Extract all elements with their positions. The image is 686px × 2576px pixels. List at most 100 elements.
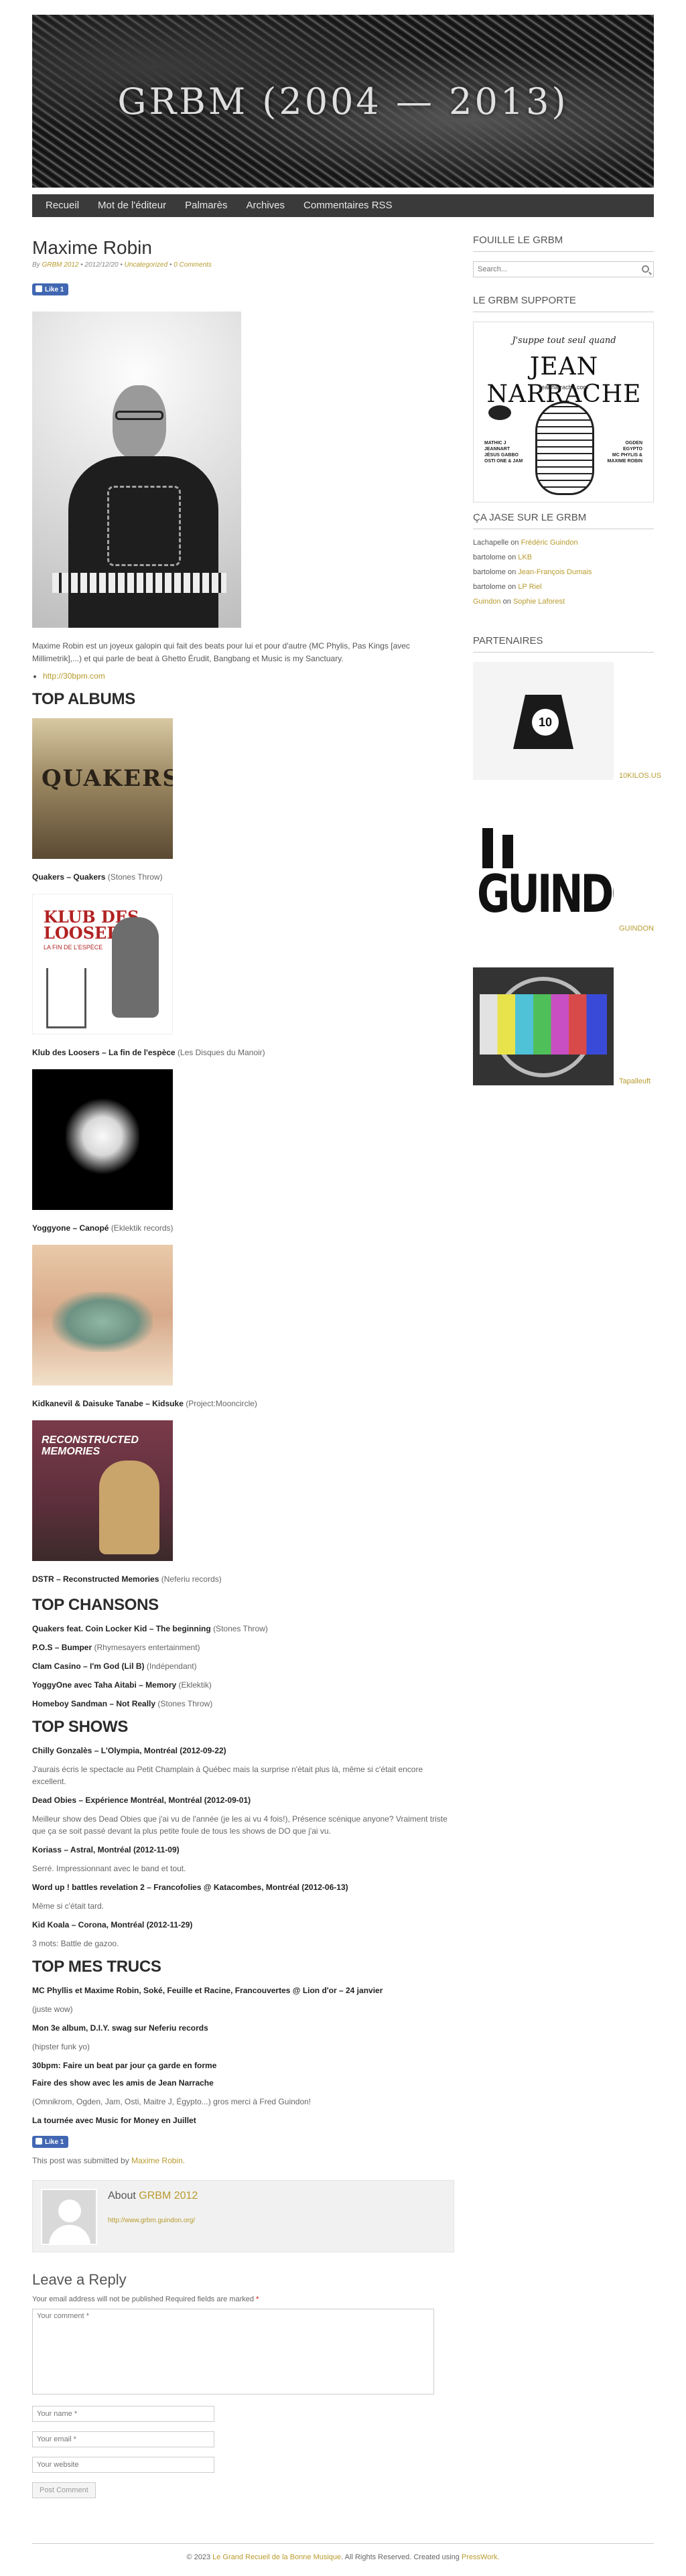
album-title: DSTR – Reconstructed Memories — [32, 1574, 159, 1584]
comment-target-link[interactable]: LP Riel — [518, 583, 541, 591]
partner-link[interactable]: Tapalleuft — [619, 1077, 650, 1085]
album-item: Yoggyone – Canopé (Eklektik records) — [32, 1069, 454, 1233]
weight-icon: 10 — [513, 695, 573, 749]
album-cover[interactable] — [32, 1245, 173, 1386]
facebook-like-button[interactable]: Like 1 — [32, 283, 69, 295]
required-marker: * — [256, 2295, 259, 2304]
facebook-like-button[interactable]: Like 1 — [32, 2136, 69, 2149]
site-footer: © 2023 Le Grand Recueil de la Bonne Musi… — [32, 2543, 654, 2561]
comment-author-link[interactable]: Guindon — [473, 598, 501, 606]
meta-category-link[interactable]: Uncategorized — [125, 261, 167, 269]
post-intro: Maxime Robin est un joyeux galopin qui f… — [32, 641, 410, 663]
logo-stack — [482, 828, 493, 868]
link-item: http://30bpm.com — [43, 671, 454, 681]
album-cover[interactable]: KLUB DES LOOSERS LA FIN DE L'ESPÈCE — [32, 894, 173, 1035]
recent-comment-item: bartolome on LKB — [473, 553, 654, 561]
comment-target-link[interactable]: Sophie Laforest — [513, 598, 565, 606]
song-label: (Stones Throw) — [157, 1699, 213, 1709]
page: GRBM (2004 — 2013) Recueil Mot de l'édit… — [0, 0, 686, 2576]
about-prefix: About — [108, 2190, 136, 2202]
show-title: Koriass – Astral, Montréal (2012-11-09) — [32, 1845, 180, 1855]
comment-target-link[interactable]: LKB — [518, 553, 532, 561]
show-title: Chilly Gonzalès – L'Olympia, Montréal (2… — [32, 1746, 226, 1756]
poster-line1: J'suppe tout seul quand — [512, 336, 616, 346]
comment-textarea[interactable] — [32, 2309, 434, 2395]
nav-item-mot-editeur[interactable]: Mot de l'éditeur — [88, 194, 176, 217]
truc-description: (Omnikrom, Ogden, Jam, Osti, Maitre J, É… — [32, 2097, 312, 2107]
comment-author: bartolome — [473, 568, 506, 576]
section-top-shows: TOP SHOWS — [32, 1718, 129, 1737]
album-caption: Klub des Loosers – La fin de l'espèce (L… — [32, 1048, 454, 1057]
meta-by-label: By — [32, 261, 40, 269]
partner-logo-10kilos[interactable]: 10 — [473, 662, 614, 780]
reply-note-text: Your email address will not be published… — [32, 2295, 254, 2304]
cover-subtext: LA FIN DE L'ESPÈCE — [44, 944, 103, 951]
meta-author-link[interactable]: GRBM 2012 — [42, 261, 78, 269]
email-field[interactable] — [32, 2431, 214, 2448]
search-input[interactable] — [474, 262, 634, 277]
show-description: Serré. Impressionnant avec le band et to… — [32, 1864, 186, 1874]
comment-target-link[interactable]: Jean-François Dumais — [518, 568, 592, 576]
submitted-by: This post was submitted by Maxime Robin. — [32, 2156, 454, 2165]
nav-item-palmares[interactable]: Palmarès — [176, 194, 236, 217]
name-field[interactable] — [32, 2406, 214, 2423]
like-label: Like 1 — [45, 2139, 64, 2147]
album-cover[interactable]: QUAKERS — [32, 718, 173, 860]
post-comment-button[interactable]: Post Comment — [32, 2482, 96, 2499]
partner-logo-guindon[interactable]: GUINDON — [473, 815, 614, 933]
photo-glasses — [115, 411, 163, 420]
footer-credit-link[interactable]: PressWork. — [462, 2553, 500, 2561]
partner-link[interactable]: GUINDON — [619, 925, 654, 933]
photo-shirt-print — [107, 486, 181, 566]
footer-rights: . All Rights Reserved. Created using — [341, 2553, 460, 2561]
nav-item-recueil[interactable]: Recueil — [36, 194, 88, 217]
album-cover[interactable] — [32, 1069, 173, 1211]
meta-comments-link[interactable]: 0 Comments — [174, 261, 212, 269]
recent-comment-item: bartolome on Jean-François Dumais — [473, 568, 654, 576]
search-box[interactable] — [473, 261, 654, 277]
album-item: RECONSTRUCTED MEMORIES DSTR – Reconstruc… — [32, 1420, 454, 1584]
album-caption: Kidkanevil & Daisuke Tanabe – Kidsuke (P… — [32, 1399, 454, 1408]
comment-target-link[interactable]: Frédéric Guindon — [521, 539, 578, 547]
footer-site-link[interactable]: Le Grand Recueil de la Bonne Musique — [212, 2553, 341, 2561]
album-cover[interactable]: RECONSTRUCTED MEMORIES — [32, 1420, 173, 1562]
site-title[interactable]: GRBM (2004 — 2013) — [117, 80, 568, 123]
album-label: (Neferiu records) — [161, 1574, 222, 1584]
poster-line2: JEAN NARRACHE — [486, 353, 642, 408]
partner-link[interactable]: 10KILOS.US — [619, 772, 661, 780]
cover-art — [66, 1096, 139, 1177]
website-field[interactable] — [32, 2457, 214, 2473]
partner-item: 10 10KILOS.US — [473, 662, 661, 803]
sidebar: FOUILLE LE GRBM LE GRBM SUPPORTE J'suppe… — [473, 228, 661, 1120]
truc-title: 30bpm: Faire un beat par jour ça garde e… — [32, 2061, 217, 2071]
album-caption: DSTR – Reconstructed Memories (Neferiu r… — [32, 1574, 454, 1584]
section-top-albums: TOP ALBUMS — [32, 690, 135, 709]
song-label: (Eklektik) — [178, 1680, 212, 1690]
site-header-banner[interactable]: GRBM (2004 — 2013) — [32, 15, 654, 188]
comment-on: on — [510, 539, 519, 547]
album-item: Kidkanevil & Daisuke Tanabe – Kidsuke (P… — [32, 1245, 454, 1408]
comment-on: on — [507, 568, 517, 576]
comment-on: on — [507, 583, 517, 591]
album-title: Quakers – Quakers — [32, 872, 106, 882]
submitted-author-link[interactable]: Maxime Robin. — [131, 2156, 185, 2165]
avatar — [41, 2189, 97, 2246]
cover-art — [52, 1292, 153, 1353]
partner-item: Tapalleuft — [473, 967, 654, 1108]
nav-item-archives[interactable]: Archives — [236, 194, 294, 217]
partner-logo-test-pattern[interactable] — [473, 967, 614, 1085]
sidebar-partners-title: PARTENAIRES — [473, 635, 654, 653]
album-title: Klub des Loosers – La fin de l'espèce — [32, 1048, 176, 1058]
post-title[interactable]: Maxime Robin — [32, 237, 454, 259]
song-title: Homeboy Sandman – Not Really — [32, 1699, 156, 1709]
author-name-link[interactable]: GRBM 2012 — [139, 2190, 198, 2201]
jean-narrache-poster[interactable]: J'suppe tout seul quand JEAN NARRACHE je… — [473, 322, 654, 502]
author-website-link[interactable]: http://www.grbm.guindon.org/ — [108, 2217, 195, 2224]
external-link[interactable]: http://30bpm.com — [43, 671, 105, 681]
recent-comment-item: Guindon on Sophie Laforest — [473, 598, 654, 606]
comment-author: bartolome — [473, 553, 506, 561]
footer-copyright: © 2023 — [186, 2553, 211, 2561]
search-icon[interactable] — [642, 265, 649, 273]
show-description: Meilleur show des Dead Obies que j'ai vu… — [32, 1814, 448, 1836]
nav-item-commentaires-rss[interactable]: Commentaires RSS — [294, 194, 402, 217]
